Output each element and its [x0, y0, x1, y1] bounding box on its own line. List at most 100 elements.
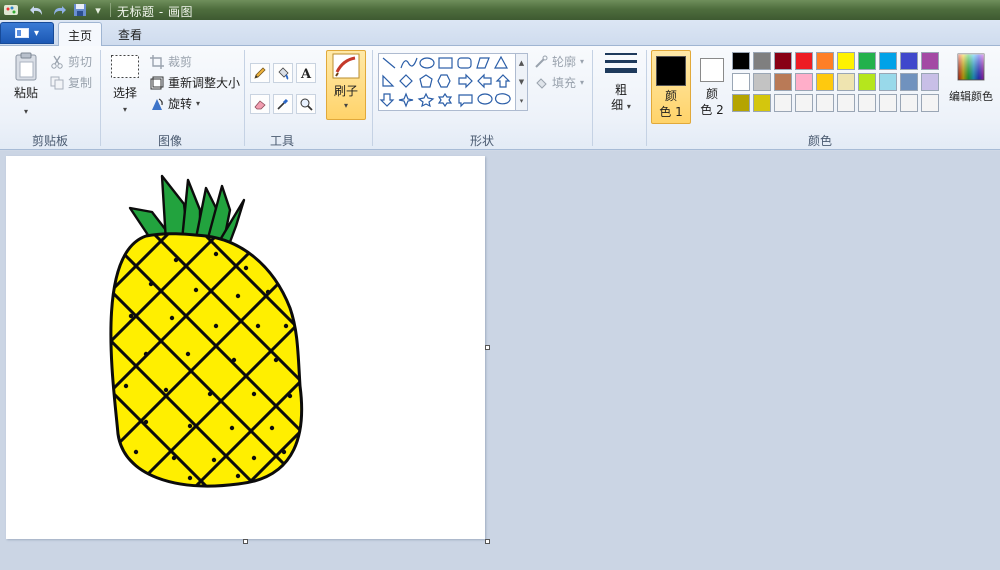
outline-icon [534, 55, 548, 69]
clipboard-group-label: 剪贴板 [31, 134, 68, 148]
crop-button[interactable]: 裁剪 [150, 53, 192, 70]
palette-swatch[interactable] [879, 73, 897, 91]
palette-swatch[interactable] [858, 52, 876, 70]
drawing-canvas[interactable] [6, 156, 485, 539]
save-icon[interactable] [72, 2, 88, 18]
paste-label: 粘贴 [13, 86, 38, 100]
palette-swatch[interactable] [795, 73, 813, 91]
palette-swatch[interactable] [816, 52, 834, 70]
palette-swatch[interactable] [732, 52, 750, 70]
size-label-line1: 粗 [614, 83, 627, 97]
resize-button[interactable]: 重新调整大小 [150, 74, 240, 91]
palette-swatch[interactable] [858, 94, 876, 112]
palette-swatch[interactable] [732, 73, 750, 91]
tab-view[interactable]: 查看 [108, 22, 152, 47]
palette-swatch[interactable] [774, 52, 792, 70]
color-1-label-line1: 颜 [664, 89, 677, 103]
palette-swatch[interactable] [858, 73, 876, 91]
fill-button[interactable]: 填充 ▾ [534, 74, 584, 91]
quick-access-dropdown-icon[interactable]: ▾ [92, 2, 104, 18]
color-palette [732, 52, 944, 116]
palette-swatch[interactable] [900, 73, 918, 91]
scroll-up-icon[interactable]: ▲ [519, 59, 524, 67]
fill-bucket-icon[interactable] [273, 63, 293, 83]
pencil-icon[interactable] [250, 63, 270, 83]
palette-swatch[interactable] [774, 94, 792, 112]
resize-icon [150, 76, 164, 90]
color-2-button[interactable]: 颜 色 2 [692, 50, 732, 124]
copy-button[interactable]: 复制 [50, 74, 92, 91]
redo-icon[interactable] [50, 2, 68, 18]
colors-group-label: 颜色 [807, 134, 832, 148]
group-separator [372, 50, 373, 146]
palette-swatch[interactable] [900, 52, 918, 70]
magnifier-icon[interactable] [296, 94, 316, 114]
text-tool-icon[interactable]: A [296, 63, 316, 83]
palette-swatch[interactable] [795, 94, 813, 112]
resize-label: 重新调整大小 [168, 76, 241, 90]
app-menu-icon[interactable] [2, 2, 20, 18]
palette-swatch[interactable] [753, 73, 771, 91]
tools-group-label: 工具 [269, 134, 294, 148]
rotate-button[interactable]: 旋转 ▾ [150, 95, 200, 112]
paste-icon [12, 52, 40, 82]
palette-swatch[interactable] [816, 94, 834, 112]
palette-swatch[interactable] [732, 94, 750, 112]
rotate-icon [150, 97, 164, 111]
resize-handle-corner[interactable] [485, 539, 490, 544]
gallery-expand-icon[interactable]: ▾ [520, 97, 524, 105]
fill-dropdown-icon: ▾ [580, 78, 585, 87]
outline-button[interactable]: 轮廓 ▾ [534, 53, 584, 70]
select-dropdown-icon: ▾ [122, 105, 127, 114]
scroll-down-icon[interactable]: ▼ [519, 78, 524, 86]
shapes-gallery[interactable] [378, 53, 516, 111]
group-separator [100, 50, 101, 146]
resize-handle-right[interactable] [485, 345, 490, 350]
pineapple-drawing [109, 174, 304, 488]
color-1-label-line2: 色 1 [659, 105, 683, 119]
color-1-button[interactable]: 颜 色 1 [651, 50, 691, 124]
color-picker-icon[interactable] [273, 94, 293, 114]
rotate-dropdown-icon: ▾ [196, 99, 201, 108]
tab-home[interactable]: 主页 [58, 22, 102, 47]
select-label: 选择 [112, 86, 137, 100]
window-title: 无标题 - 画图 [117, 5, 193, 19]
palette-swatch[interactable] [816, 73, 834, 91]
palette-swatch[interactable] [921, 73, 939, 91]
size-button[interactable]: 粗 细 ▾ [600, 50, 642, 124]
palette-swatch[interactable] [837, 52, 855, 70]
svg-text:A: A [300, 67, 312, 80]
palette-swatch[interactable] [774, 73, 792, 91]
paint-menu-button[interactable]: ▾ [0, 22, 54, 44]
eraser-icon[interactable] [250, 94, 270, 114]
crop-icon [150, 54, 164, 69]
palette-swatch[interactable] [753, 94, 771, 112]
palette-swatch[interactable] [837, 73, 855, 91]
palette-swatch[interactable] [921, 52, 939, 70]
group-separator [244, 50, 245, 146]
undo-icon[interactable] [28, 2, 46, 18]
brush-icon [331, 52, 361, 80]
palette-swatch[interactable] [753, 52, 771, 70]
shapes-gallery-scroll[interactable]: ▲ ▼ ▾ [516, 53, 528, 111]
palette-swatch[interactable] [837, 94, 855, 112]
paste-button[interactable]: 粘贴 ▾ [8, 52, 44, 122]
resize-handle-bottom[interactable] [243, 539, 248, 544]
size-dropdown-icon: ▾ [626, 102, 631, 111]
palette-swatch[interactable] [879, 94, 897, 112]
palette-swatch[interactable] [795, 52, 813, 70]
cut-label: 剪切 [68, 55, 93, 69]
edit-colors-label: 编辑颜色 [949, 90, 993, 103]
size-label-line2: 细 [611, 98, 624, 112]
group-separator [646, 50, 647, 146]
palette-swatch[interactable] [900, 94, 918, 112]
size-label-line2-wrap: 细 ▾ [600, 98, 642, 114]
brushes-button-content: 刷子 ▾ [326, 52, 366, 118]
select-button[interactable]: 选择 ▾ [108, 54, 142, 122]
palette-swatch[interactable] [879, 52, 897, 70]
edit-colors-button[interactable]: 编辑颜色 [946, 52, 996, 126]
copy-label: 复制 [68, 76, 93, 90]
palette-swatch[interactable] [921, 94, 939, 112]
shapes-gallery-icons [379, 55, 511, 108]
cut-button[interactable]: 剪切 [50, 53, 92, 70]
